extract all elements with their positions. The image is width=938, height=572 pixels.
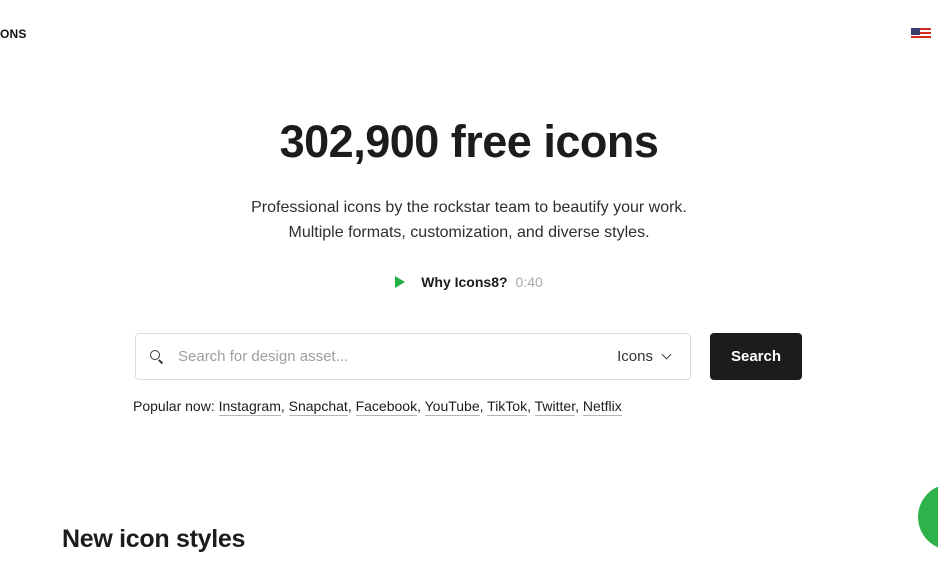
new-icon-styles-heading: New icon styles [62,525,246,553]
popular-searches: Popular now: Instagram, Snapchat, Facebo… [133,398,622,416]
video-label: Why Icons8? [421,274,508,290]
us-flag-icon[interactable] [911,28,931,40]
popular-link-twitter[interactable]: Twitter [534,398,576,416]
popular-link-snapchat[interactable]: Snapchat [288,398,348,416]
popular-link-tiktok[interactable]: TikTok [487,398,528,416]
play-icon [395,276,406,288]
popular-link-instagram[interactable]: Instagram [218,398,281,416]
flag-canton [911,28,920,35]
hero-subtitle-line-2: Multiple formats, customization, and div… [288,224,650,241]
search-input[interactable] [178,341,568,372]
popular-prefix: Popular now: [133,398,215,414]
chat-bubble-button[interactable] [918,484,938,550]
chevron-down-icon [661,349,672,360]
asset-type-value: Icons [617,348,653,365]
search-icon-handle [158,358,164,364]
asset-type-dropdown[interactable]: Icons [617,348,672,365]
search-icon [150,349,164,364]
hero-subtitle-line-1: Professional icons by the rockstar team … [251,199,687,216]
search-icon-lens [150,349,160,360]
why-icons8-video-link[interactable]: Why Icons8? 0:40 [0,274,938,290]
video-duration: 0:40 [515,274,543,290]
popular-link-netflix[interactable]: Netflix [582,398,622,416]
page-title: 302,900 free icons [279,116,659,167]
page: ONS 302,900 free icons Professional icon… [0,0,938,572]
search-box: Icons [135,333,691,380]
logo[interactable]: ONS [0,27,27,41]
search-button[interactable]: Search [710,333,802,380]
hero-subtitle: Professional icons by the rockstar team … [0,195,938,245]
popular-link-youtube[interactable]: YouTube [424,398,480,416]
popular-link-facebook[interactable]: Facebook [355,398,418,416]
